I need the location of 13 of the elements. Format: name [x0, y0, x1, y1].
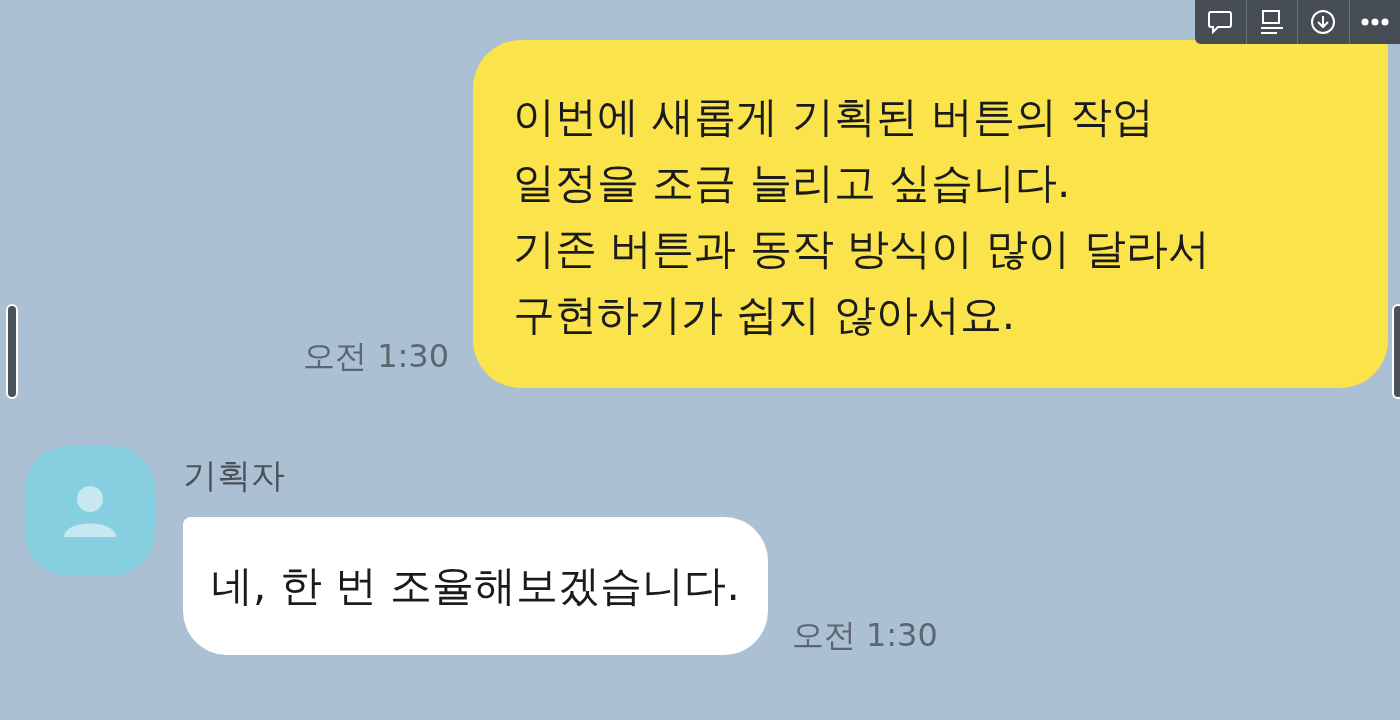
- more-icon: [1360, 18, 1389, 26]
- document-lines-icon: [1258, 9, 1285, 35]
- message-line: 일정을 조금 늘리고 싶습니다.: [513, 157, 1072, 209]
- speech-bubble-icon: [1207, 10, 1234, 34]
- resize-handle[interactable]: [6, 304, 18, 399]
- message-line: 네, 한 번 조율해보겠습니다.: [211, 560, 740, 612]
- message-line: 기존 버튼과 동작 방식이 많이 달라서: [513, 223, 1211, 275]
- message-time: 오전 1:30: [302, 336, 449, 377]
- sender-name: 기획자: [183, 454, 286, 497]
- message-time: 오전 1:30: [791, 615, 938, 656]
- download-icon: [1310, 9, 1337, 35]
- message-line: 구현하기가 쉽지 않아서요.: [513, 289, 1017, 341]
- message-line: 이번에 새롭게 기획된 버튼의 작업: [513, 91, 1156, 143]
